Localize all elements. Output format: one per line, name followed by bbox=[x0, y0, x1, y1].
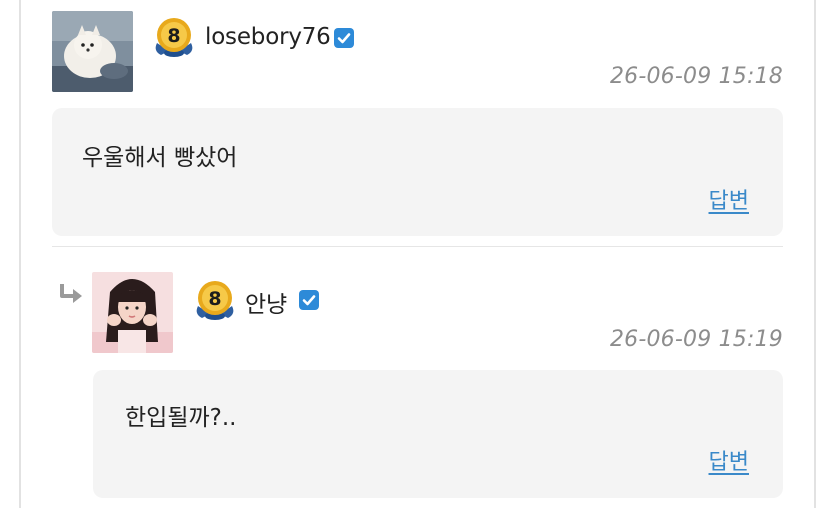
comment-timestamp: 26-06-09 15:18 bbox=[609, 64, 783, 89]
right-border bbox=[814, 0, 816, 508]
girl-photo-avatar[interactable] bbox=[92, 272, 173, 353]
username[interactable]: 안냥 bbox=[245, 285, 287, 319]
reply-button[interactable]: 답변 bbox=[709, 444, 749, 476]
dog-photo-avatar[interactable] bbox=[52, 11, 133, 92]
reply-button[interactable]: 답변 bbox=[709, 183, 749, 215]
left-border bbox=[19, 0, 21, 508]
comment-bubble: 우울해서 빵샀어 답변 bbox=[52, 108, 783, 236]
comment-timestamp: 26-06-09 15:19 bbox=[609, 327, 783, 352]
verified-check-icon bbox=[299, 290, 319, 310]
comment-divider bbox=[52, 246, 783, 247]
comment-text: 한입될까?.. bbox=[125, 405, 237, 431]
verified-check-icon bbox=[334, 28, 354, 48]
comment-text: 우울해서 빵샀어 bbox=[82, 145, 238, 171]
comment-bubble: 한입될까?.. 답변 bbox=[93, 370, 783, 498]
level-number: 8 bbox=[167, 25, 180, 47]
username[interactable]: losebory76 bbox=[205, 24, 331, 50]
level-number: 8 bbox=[208, 288, 221, 310]
comment-thread: 8 losebory76 26-06-09 15:18 우울해서 빵샀어 답변 bbox=[0, 0, 835, 508]
level-medal-icon: 8 bbox=[192, 278, 238, 322]
level-medal-icon: 8 bbox=[151, 15, 197, 59]
reply-arrow-icon bbox=[58, 282, 84, 306]
